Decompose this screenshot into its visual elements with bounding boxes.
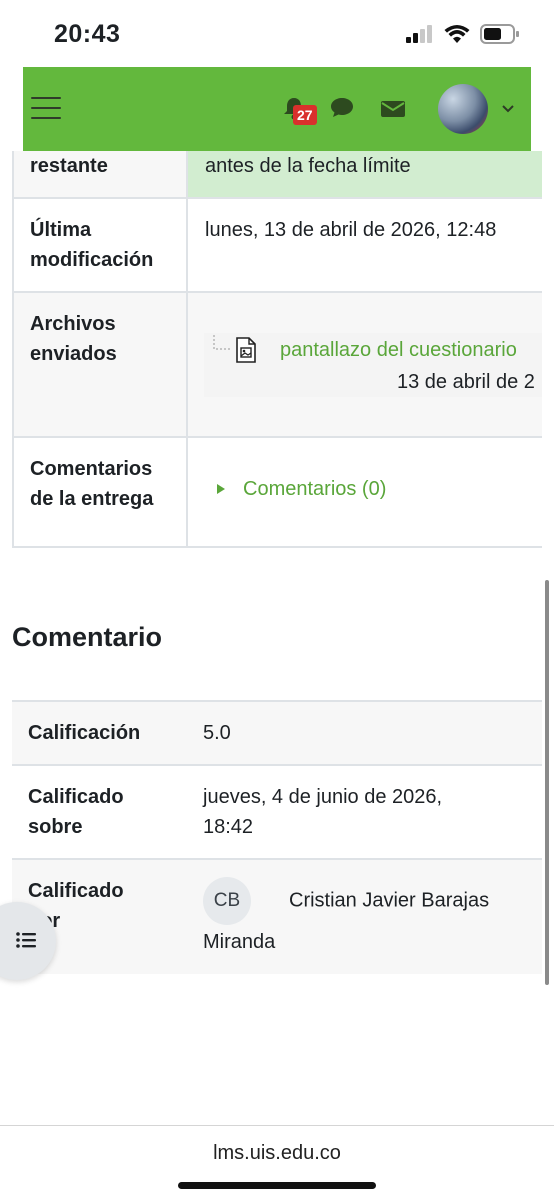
submission-comments-value: Comentarios (0) <box>188 438 542 546</box>
browser-bottom-bar: lms.uis.edu.co <box>0 1125 554 1200</box>
submitted-files-row: Archivos enviados pantallazo del cuestio… <box>12 293 542 438</box>
grader-name-line2[interactable]: Miranda <box>203 927 532 957</box>
notification-badge: 27 <box>293 105 317 125</box>
submission-comments-label-line1: Comentarios <box>30 458 153 480</box>
file-link[interactable]: pantallazo del cuestionario <box>280 335 517 365</box>
battery-icon <box>480 24 519 44</box>
file-tree: pantallazo del cuestionario 13 de abril … <box>204 333 542 397</box>
menu-icon[interactable] <box>31 97 61 121</box>
wifi-icon <box>444 25 470 43</box>
caret-right-icon[interactable] <box>216 483 226 495</box>
graded-on-label-line1: Calificado <box>28 786 124 808</box>
submitted-files-label-line2: enviados <box>30 343 117 365</box>
user-avatar[interactable] <box>438 84 488 134</box>
graded-on-label: Calificado sobre <box>28 782 188 842</box>
last-modified-label-line2: modificación <box>30 249 154 271</box>
submission-comments-label-line2: de la entrega <box>30 488 154 510</box>
home-indicator[interactable] <box>178 1182 376 1189</box>
signal-icon <box>406 25 432 43</box>
page-scrollbar[interactable] <box>545 580 549 985</box>
graded-on-value-line1: jueves, 4 de junio de 2026, <box>203 786 443 808</box>
grade-row: Calificación 5.0 <box>12 702 542 766</box>
last-modified-label-line1: Última <box>30 219 92 241</box>
chevron-down-icon[interactable] <box>501 104 515 114</box>
graded-on-value: jueves, 4 de junio de 2026, 18:42 <box>203 782 532 842</box>
top-navbar: 27 <box>23 67 531 151</box>
status-bar: 20:43 <box>0 0 554 68</box>
chat-icon[interactable] <box>330 96 354 118</box>
submission-comments-row: Comentarios de la entrega Comentarios (0… <box>12 438 542 548</box>
last-modified-row: Última modificación lunes, 13 de abril d… <box>12 199 542 293</box>
time-remaining-row: restante antes de la fecha límite <box>12 151 542 199</box>
time-remaining-value: antes de la fecha límite <box>188 151 542 197</box>
grade-value: 5.0 <box>203 722 231 744</box>
graded-by-row: Calificado por CBCristian Javier Barajas… <box>12 860 542 974</box>
file-date: 13 de abril de 2 <box>397 371 535 393</box>
time-remaining-label: restante <box>12 151 188 197</box>
time-remaining-value-text: antes de la fecha límite <box>205 155 411 177</box>
comments-toggle-link[interactable]: Comentarios (0) <box>243 474 386 504</box>
mail-icon[interactable] <box>380 99 406 119</box>
graded-by-label-line1: Calificado <box>28 880 124 902</box>
graded-on-label-line2: sobre <box>28 816 83 838</box>
submitted-files-label-line1: Archivos <box>30 313 116 335</box>
graded-by-value: CB Cristian Javier Barajas Miranda <box>203 877 532 957</box>
time-remaining-label-text: restante <box>30 155 108 177</box>
last-modified-value: lunes, 13 de abril de 2026, 12:48 <box>188 199 542 291</box>
status-time: 20:43 <box>54 20 121 48</box>
grader-name-line1[interactable]: Cristian Javier Barajas <box>289 889 489 911</box>
url-bar[interactable]: lms.uis.edu.co <box>0 1142 554 1165</box>
graded-on-value-line2: 18:42 <box>203 816 254 838</box>
tree-connector <box>213 335 230 350</box>
image-file-icon <box>236 337 256 363</box>
grade-label: Calificación <box>28 722 141 744</box>
submission-comments-label: Comentarios de la entrega <box>12 438 188 546</box>
feedback-heading: Comentario <box>12 622 163 652</box>
grader-avatar[interactable]: CB <box>203 877 251 925</box>
submitted-files-label: Archivos enviados <box>12 293 188 436</box>
submitted-files-value: pantallazo del cuestionario 13 de abril … <box>188 293 542 436</box>
status-icons <box>406 24 520 44</box>
submission-status-table: restante antes de la fecha límite Última… <box>12 151 542 548</box>
last-modified-value-text: lunes, 13 de abril de 2026, 12:48 <box>205 219 497 241</box>
graded-on-row: Calificado sobre jueves, 4 de junio de 2… <box>12 766 542 860</box>
feedback-table: Calificación 5.0 Calificado sobre jueves… <box>12 700 542 974</box>
list-icon <box>16 932 36 948</box>
last-modified-label: Última modificación <box>12 199 188 291</box>
